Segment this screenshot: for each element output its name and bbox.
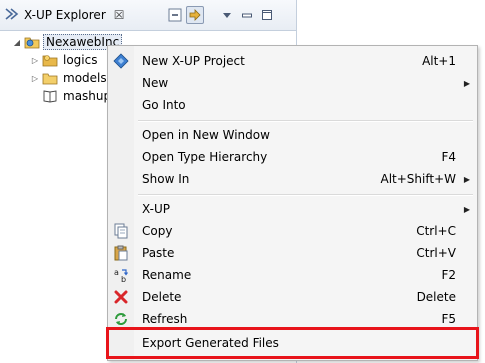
maximize-button[interactable] [258, 6, 276, 24]
close-icon[interactable]: ☒ [114, 8, 125, 22]
context-menu: New X-UP Project Alt+1 New ▶ Go Into Ope… [106, 45, 479, 361]
menu-separator [138, 120, 473, 122]
menu-item-label: Delete [142, 290, 182, 304]
view-menu-button[interactable] [218, 6, 236, 24]
menu-item-label: Paste [142, 246, 175, 260]
collapse-all-icon [168, 8, 182, 22]
tree-item-logics[interactable]: ▷ logics [30, 51, 99, 69]
book-icon [42, 88, 58, 104]
tree-label-mashup: mashup [63, 89, 112, 103]
menu-item-accelerator: Alt+1 [422, 54, 456, 68]
menu-item-show-in[interactable]: Show In Alt+Shift+W ▶ [108, 168, 477, 190]
collapsed-arrow-icon[interactable]: ▷ [30, 56, 40, 65]
menu-item-label: Show In [142, 172, 190, 186]
svg-text:a: a [114, 268, 119, 277]
menu-item-label: Copy [142, 224, 173, 238]
tree-item-mashup[interactable]: mashup [40, 87, 113, 105]
logics-folder-icon [42, 52, 58, 68]
menu-item-accelerator: F4 [441, 150, 456, 164]
submenu-arrow-icon: ▶ [463, 174, 470, 184]
menu-item-paste[interactable]: Paste Ctrl+V [108, 242, 477, 264]
xup-project-icon [113, 53, 129, 69]
menu-item-open-type-hierarchy[interactable]: Open Type Hierarchy F4 [108, 146, 477, 168]
link-with-editor-button[interactable] [186, 6, 204, 24]
menu-item-label: Rename [142, 268, 192, 282]
tree-label-logics: logics [63, 53, 98, 67]
menu-item-accelerator: F2 [441, 268, 456, 282]
menu-item-open-in-new-window[interactable]: Open in New Window [108, 124, 477, 146]
copy-icon [113, 223, 129, 239]
menu-item-xup[interactable]: X-UP ▶ [108, 198, 477, 220]
rename-icon: a b [113, 267, 129, 283]
menu-item-label: Export Generated Files [142, 336, 279, 350]
svg-text:b: b [121, 275, 126, 283]
collapse-all-button[interactable] [166, 6, 184, 24]
menu-item-accelerator: Ctrl+C [416, 224, 456, 238]
menu-item-accelerator: Delete [416, 290, 456, 304]
menu-item-label: New X-UP Project [142, 54, 245, 68]
menu-item-delete[interactable]: Delete Delete [108, 286, 477, 308]
view-header: X-UP Explorer ☒ [0, 0, 296, 31]
menu-item-label: Open in New Window [142, 128, 270, 142]
refresh-icon [113, 311, 129, 327]
menu-item-refresh[interactable]: Refresh F5 [108, 308, 477, 330]
expanded-arrow-icon[interactable]: ◢ [12, 38, 22, 47]
menu-item-new-xup-project[interactable]: New X-UP Project Alt+1 [108, 50, 477, 72]
menu-item-copy[interactable]: Copy Ctrl+C [108, 220, 477, 242]
project-icon [24, 34, 40, 50]
menu-item-label: Open Type Hierarchy [142, 150, 268, 164]
menu-item-accelerator: Ctrl+V [416, 246, 456, 260]
menu-item-rename[interactable]: a b Rename F2 [108, 264, 477, 286]
menu-item-accelerator: Alt+Shift+W [380, 172, 457, 186]
tree-item-root[interactable]: ◢ NexawebInc [12, 33, 123, 51]
view-tab[interactable]: X-UP Explorer ☒ [4, 5, 125, 25]
menu-item-label: Go Into [142, 98, 186, 112]
link-with-editor-icon [189, 9, 201, 21]
chevron-down-icon [223, 13, 231, 18]
folder-icon [42, 70, 58, 86]
minimize-button[interactable] [238, 6, 256, 24]
menu-item-label: Refresh [142, 312, 188, 326]
xup-explorer-icon [4, 6, 20, 25]
submenu-arrow-icon: ▶ [463, 204, 470, 214]
minimize-icon [242, 13, 252, 18]
delete-icon [113, 289, 129, 305]
menu-item-label: New [142, 76, 169, 90]
collapsed-arrow-icon[interactable]: ▷ [30, 74, 40, 83]
tree-label-models: models [63, 71, 107, 85]
menu-item-go-into[interactable]: Go Into [108, 94, 477, 116]
paste-icon [113, 245, 129, 261]
tree-item-models[interactable]: ▷ models [30, 69, 109, 87]
menu-separator [138, 194, 473, 196]
menu-item-accelerator: F5 [441, 312, 456, 326]
maximize-icon [262, 10, 272, 20]
view-title: X-UP Explorer [24, 8, 106, 22]
menu-item-export-generated-files[interactable]: Export Generated Files [106, 327, 479, 359]
submenu-arrow-icon: ▶ [463, 78, 470, 88]
menu-item-label: X-UP [142, 202, 170, 216]
menu-item-new[interactable]: New ▶ [108, 72, 477, 94]
